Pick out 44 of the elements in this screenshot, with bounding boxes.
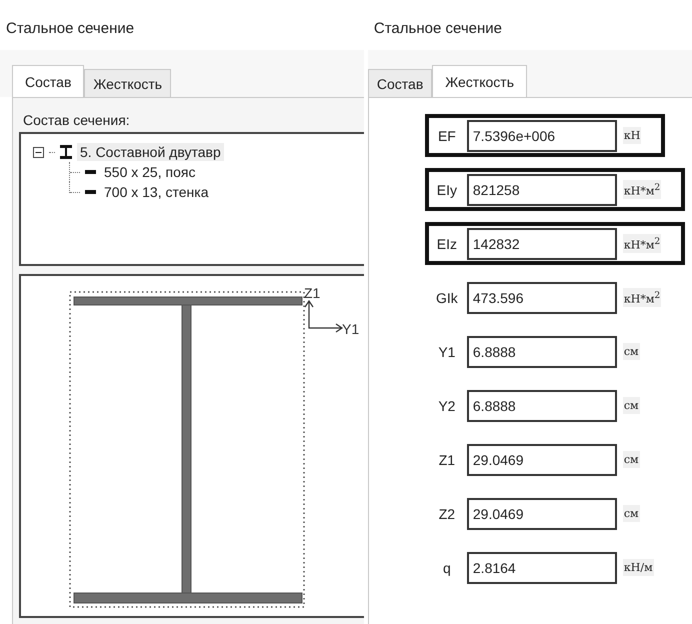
value-field[interactable]: 6.8888 [466, 336, 617, 368]
unit-label: кН*м$^{2}$ [622, 288, 662, 308]
tab[interactable]: Состав [368, 69, 432, 97]
tab[interactable]: Жесткость [84, 69, 172, 97]
unit-label: см [622, 343, 640, 360]
collapse-icon[interactable] [33, 146, 44, 158]
field-label: EIy [436, 182, 458, 198]
dialog-title: Стальное сечение [372, 19, 503, 39]
unit-label: кН/м [622, 559, 654, 576]
axes-icon [304, 300, 344, 332]
value-field[interactable]: 142832 [466, 228, 617, 260]
field-label: Y2 [437, 398, 456, 414]
axis-label: Z1 [304, 285, 320, 301]
field-label: Z2 [438, 506, 456, 522]
tree-item[interactable]: 5. Составной двутавр [77, 143, 224, 161]
unit-label: кН*м$^{2}$ [622, 180, 662, 200]
tab[interactable]: Состав [12, 65, 84, 97]
tab[interactable]: Жесткость [432, 65, 527, 97]
plate-icon [85, 190, 96, 194]
i-beam-icon [60, 145, 72, 159]
field-label: EF [436, 128, 457, 144]
section-label: Состав сечения: [23, 112, 131, 128]
value-field[interactable]: 473.596 [466, 282, 617, 314]
value-field[interactable]: 29.0469 [466, 444, 617, 476]
unit-label: см [622, 451, 640, 468]
field-label: GIk [435, 290, 459, 306]
value-field[interactable]: 6.8888 [466, 390, 617, 422]
plate-icon [85, 170, 96, 174]
value-field[interactable]: 821258 [466, 174, 617, 206]
tree-item[interactable]: 550 x 25, пояс [101, 163, 198, 181]
field-label: EIz [436, 236, 458, 252]
value-field[interactable]: 29.0469 [466, 498, 617, 530]
unit-label: см [622, 397, 640, 414]
value-field[interactable]: 7.5396e+006 [466, 120, 617, 152]
value-field[interactable]: 2.8164 [466, 552, 617, 584]
field-label: Y1 [437, 344, 456, 360]
unit-label: кН [622, 127, 642, 144]
field-label: q [442, 560, 452, 576]
tree-item[interactable]: 700 x 13, стенка [101, 183, 212, 201]
unit-label: см [622, 505, 640, 522]
dialog-title: Стальное сечение [5, 19, 136, 39]
field-label: Z1 [438, 452, 456, 468]
unit-label: кН*м$^{2}$ [622, 234, 662, 254]
axis-label: Y1 [342, 321, 360, 337]
